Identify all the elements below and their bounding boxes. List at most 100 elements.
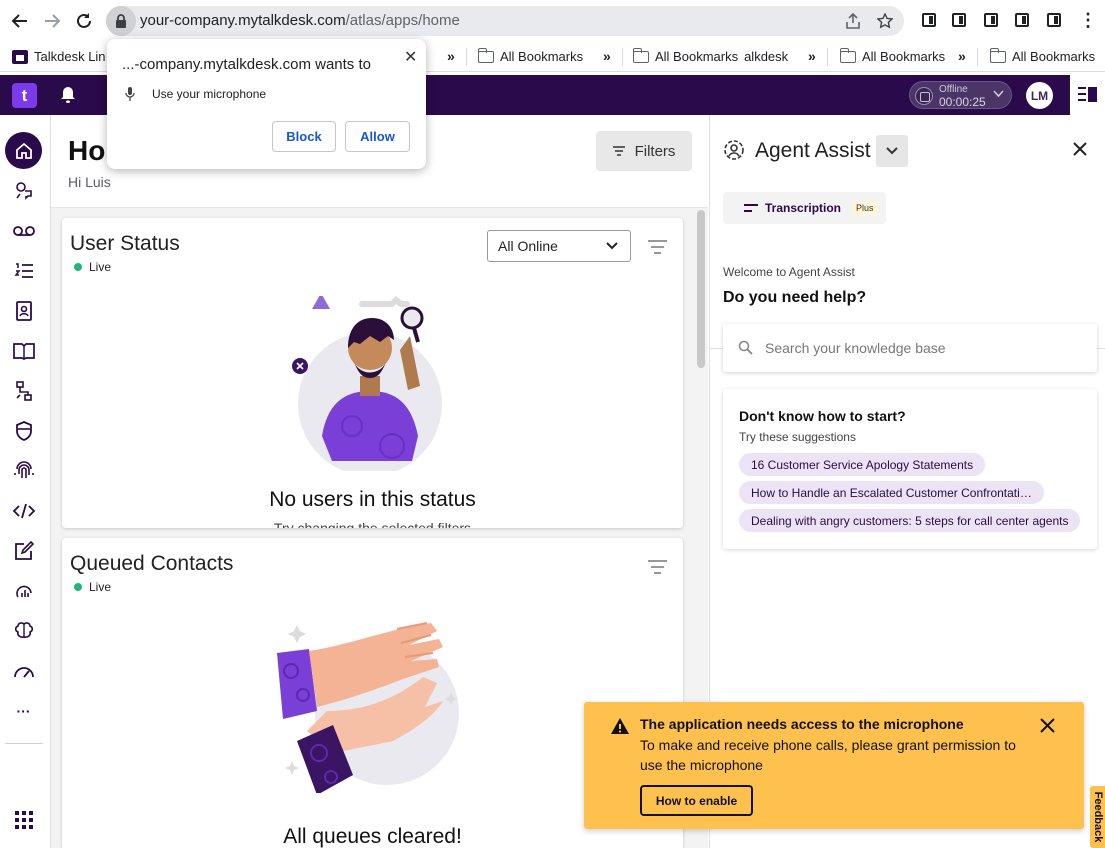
- transcription-tab[interactable]: Transcription Plus: [723, 192, 886, 224]
- nav-knowledge[interactable]: [5, 332, 42, 369]
- user-avatar[interactable]: LM: [1026, 82, 1053, 109]
- app-launcher-grid[interactable]: [5, 801, 42, 838]
- live-indicator: Live: [74, 580, 111, 594]
- assist-menu-dropdown[interactable]: [876, 135, 908, 167]
- status-filter-select[interactable]: All Online: [487, 230, 631, 262]
- close-icon[interactable]: [1072, 141, 1088, 157]
- welcome-text: Welcome to Agent Assist: [723, 265, 855, 279]
- nav-identity[interactable]: [5, 452, 42, 489]
- nav-contacts[interactable]: [5, 292, 42, 329]
- agent-assist-icon: [724, 140, 744, 160]
- microphone-access-toast: The application needs access to the micr…: [584, 702, 1084, 829]
- bookmarks-overflow-icon[interactable]: »: [447, 48, 455, 64]
- browser-menu-icon[interactable]: ⋮: [1079, 10, 1097, 31]
- suggestion-chip[interactable]: How to Handle an Escalated Customer Conf…: [739, 481, 1044, 504]
- suggestion-chip[interactable]: Dealing with angry customers: 5 steps fo…: [739, 509, 1081, 532]
- extension-sidepanel-icon[interactable]: [1015, 13, 1029, 27]
- nav-voicemail[interactable]: [5, 212, 42, 249]
- status-timer: 00:00:25: [939, 95, 986, 109]
- block-button[interactable]: Block: [272, 121, 336, 152]
- talkdesk-favicon-icon: [12, 49, 28, 64]
- forward-arrow-icon[interactable]: [40, 9, 64, 33]
- microphone-icon: [125, 87, 135, 101]
- card-title: User Status: [70, 232, 180, 255]
- user-status-card: User Status Live All Online No users in …: [62, 218, 683, 528]
- nav-performance[interactable]: [5, 652, 42, 689]
- extension-sidepanel-icon[interactable]: [952, 13, 966, 27]
- empty-state-title: No users in this status: [269, 488, 476, 511]
- toast-title: The application needs access to the micr…: [640, 716, 964, 732]
- code-icon: [12, 503, 35, 518]
- divider: [5, 743, 43, 744]
- chevron-down-icon: [606, 242, 618, 250]
- grid-icon: [14, 810, 33, 829]
- plus-badge: Plus: [852, 201, 878, 215]
- extension-sidepanel-icon[interactable]: [1047, 13, 1061, 27]
- live-dot-icon: [74, 583, 82, 591]
- agent-status-selector[interactable]: Offline 00:00:25: [909, 81, 1012, 109]
- filter-lines-icon[interactable]: [648, 240, 667, 254]
- toast-message: To make and receive phone calls, please …: [640, 737, 1016, 773]
- filter-lines-icon[interactable]: [648, 560, 667, 574]
- nav-ai[interactable]: [5, 612, 42, 649]
- warning-icon: [611, 718, 629, 734]
- empty-state-subtitle: Try changing the selected filters: [273, 520, 472, 528]
- feedback-tab[interactable]: Feedback: [1090, 786, 1105, 848]
- bookmark-item[interactable]: Talkdesk Lin: [12, 49, 106, 64]
- talkdesk-logo[interactable]: t: [12, 83, 37, 108]
- bookmark-folder[interactable]: All Bookmarks: [477, 47, 583, 64]
- bookmark-folder[interactable]: All Bookmarks: [989, 47, 1095, 64]
- knowledge-search-input[interactable]: Search your knowledge base: [723, 324, 1097, 372]
- side-panel-toggle[interactable]: [1070, 75, 1105, 115]
- reload-icon[interactable]: [72, 9, 96, 33]
- how-to-enable-button[interactable]: How to enable: [640, 785, 753, 816]
- bookmark-star-icon[interactable]: [876, 12, 894, 30]
- nav-editor[interactable]: [5, 532, 42, 569]
- close-icon[interactable]: [1040, 718, 1055, 733]
- bookmarks-overflow-icon[interactable]: »: [603, 48, 611, 64]
- home-scrollbar[interactable]: [697, 210, 705, 368]
- microphone-permission-prompt: ...-company.mytalkdesk.com wants to ✕ Us…: [107, 39, 426, 169]
- greeting: Hi Luis: [68, 174, 111, 190]
- open-book-icon: [12, 342, 35, 360]
- nav-flows[interactable]: [5, 372, 42, 409]
- bookmarks-overflow-icon[interactable]: »: [958, 48, 966, 64]
- home-icon: [15, 142, 32, 159]
- share-icon[interactable]: [844, 12, 862, 30]
- prompt-title: ...-company.mytalkdesk.com wants to: [122, 56, 371, 73]
- extension-sidepanel-icon[interactable]: [922, 13, 936, 27]
- suggestion-chip[interactable]: 16 Customer Service Apology Statements: [739, 453, 986, 476]
- nav-security[interactable]: [5, 412, 42, 449]
- bookmarks-overflow-icon[interactable]: »: [808, 48, 816, 64]
- edit-square-icon: [14, 540, 34, 560]
- filter-icon: [612, 146, 625, 156]
- notifications-bell-icon[interactable]: [60, 86, 76, 104]
- chevron-down-icon: [886, 147, 898, 155]
- site-info-lock-icon[interactable]: [106, 6, 136, 36]
- close-icon[interactable]: ✕: [404, 47, 417, 67]
- brain-icon: [14, 621, 33, 638]
- allow-button[interactable]: Allow: [345, 121, 410, 152]
- bookmark-folder[interactable]: All Bookmarks alkdesk: [632, 47, 788, 64]
- back-arrow-icon[interactable]: [8, 9, 32, 33]
- extension-sidepanel-icon[interactable]: [984, 13, 998, 27]
- clapping-hands-illustration: [277, 622, 459, 793]
- address-bar[interactable]: your-company.mytalkdesk.com/atlas/apps/h…: [106, 6, 904, 36]
- suggestions-subtitle: Try these suggestions: [739, 430, 856, 444]
- filters-button[interactable]: Filters: [596, 131, 692, 171]
- help-heading: Do you need help?: [723, 289, 867, 306]
- nav-developer[interactable]: [5, 492, 42, 529]
- panel-layout-icon: [1078, 87, 1097, 102]
- brain-chart-icon: [15, 585, 32, 597]
- offline-status-icon: [915, 87, 933, 105]
- bookmark-folder[interactable]: All Bookmarks: [839, 47, 945, 64]
- nav-conversations[interactable]: [5, 172, 42, 209]
- more-apps-icon[interactable]: ···: [5, 692, 42, 729]
- nav-home[interactable]: [5, 132, 42, 169]
- search-icon: [738, 340, 753, 355]
- flow-icon: [15, 380, 32, 401]
- live-indicator: Live: [74, 260, 111, 274]
- nav-activities[interactable]: [5, 252, 42, 289]
- folder-icon: [477, 47, 494, 63]
- nav-insights[interactable]: [5, 572, 42, 609]
